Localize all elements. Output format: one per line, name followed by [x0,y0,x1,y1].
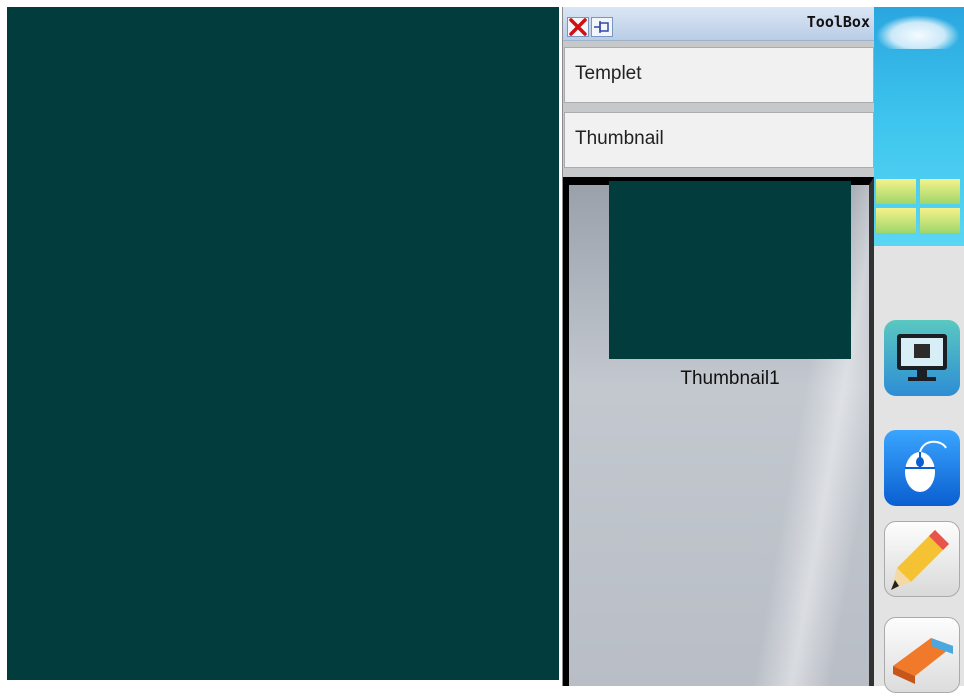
pencil-button[interactable] [884,521,960,597]
cloud-icon [876,15,960,49]
pin-button[interactable] [591,17,613,37]
close-icon [569,18,587,36]
templet-section-button[interactable]: Templet [564,47,874,103]
desktop-button[interactable] [884,320,960,396]
desktop-icon [897,334,947,381]
pin-icon [594,21,609,33]
windows-start-button[interactable] [874,7,964,246]
drawing-board[interactable] [7,7,559,680]
thumbnail-panel: Thumbnail1 [563,177,874,686]
thumbnail-label: Thumbnail1 [680,368,780,389]
thumbnail-item[interactable]: Thumbnail1 [609,181,851,401]
thumbnail-image[interactable] [609,181,851,359]
toolbox-title: ToolBox [806,13,870,31]
mouse-button[interactable] [884,430,960,506]
toolbox-header: ToolBox [563,7,874,41]
tool-dock [874,7,964,693]
windows-logo-icon [876,179,962,235]
pencil-icon [891,530,949,590]
mouse-icon [905,440,947,492]
close-button[interactable] [567,17,589,37]
eraser-icon [893,638,953,684]
toolbox-panel: ToolBox Templet Thumbnail Thumbnail1 [562,7,874,686]
thumbnail-section-button[interactable]: Thumbnail [564,112,874,168]
eraser-button[interactable] [884,617,960,693]
